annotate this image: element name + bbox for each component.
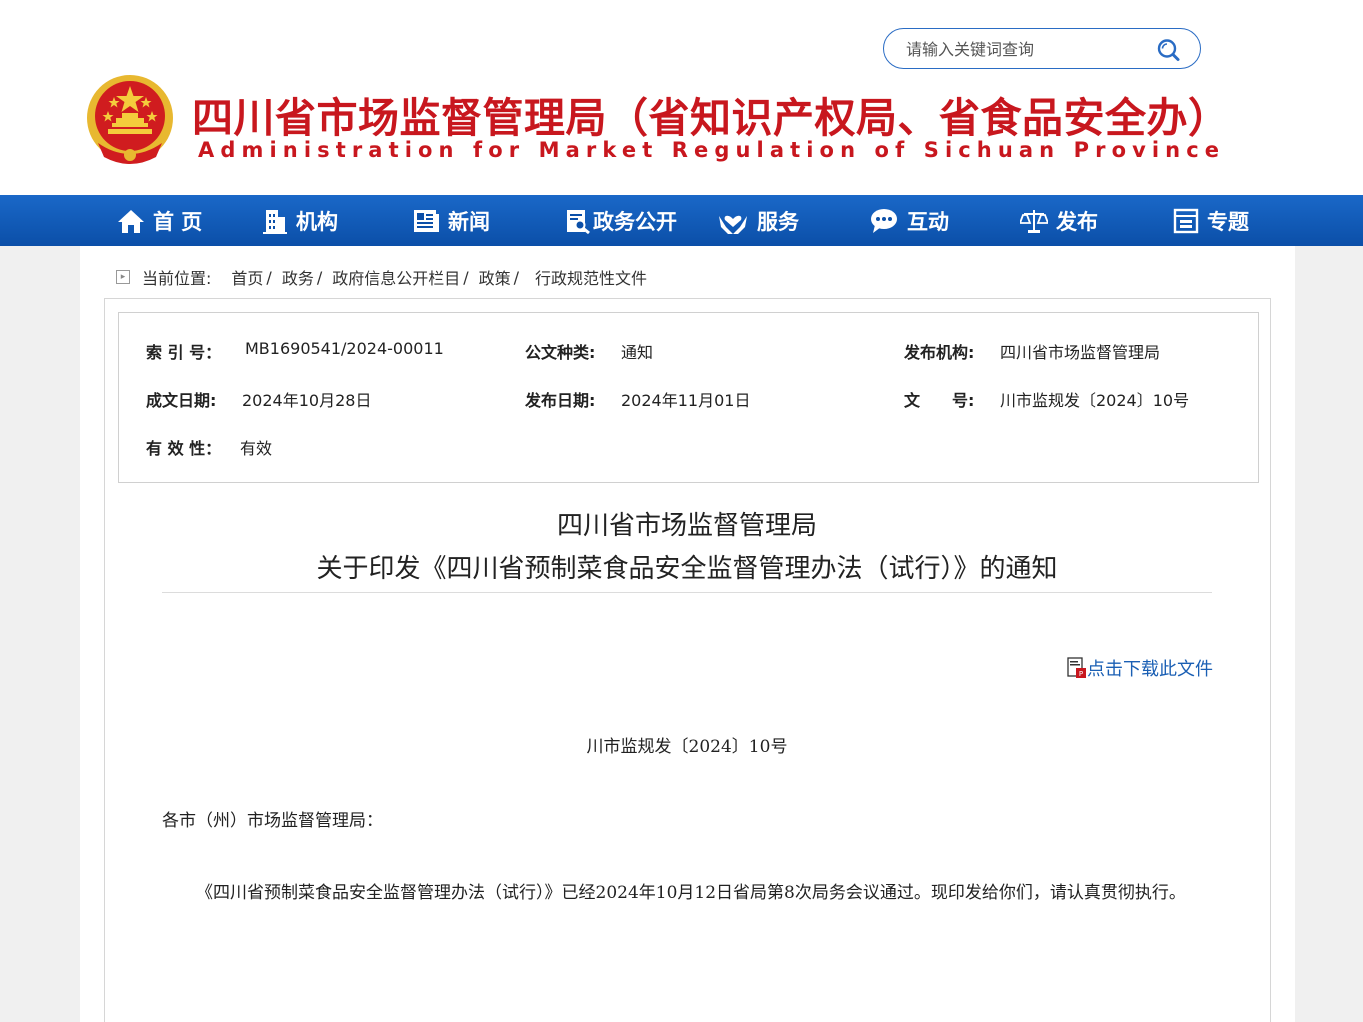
document-type-label: 公文种类:	[525, 343, 596, 362]
svg-text:P: P	[1079, 670, 1083, 678]
national-emblem-icon	[87, 75, 173, 164]
search-icon	[1157, 39, 1180, 61]
document-title-line2: 关于印发《四川省预制菜食品安全监督管理办法（试行）》的通知	[316, 554, 1058, 584]
document-title-line1: 四川省市场监督管理局	[556, 511, 817, 541]
created-date-label: 成文日期:	[146, 391, 217, 410]
validity-label: 有 效 性：	[146, 439, 222, 458]
layout-icon	[1173, 208, 1199, 233]
validity-value: 有效	[240, 439, 273, 458]
document-type-value: 通知	[621, 343, 654, 362]
download-file-label: 点击下载此文件	[1087, 659, 1213, 680]
nav-item-label: 机构	[296, 209, 338, 234]
nav-item-home[interactable]: 首 页	[117, 195, 202, 246]
nav-item-news[interactable]: 新闻	[412, 195, 490, 246]
main-nav: 首 页 机构 新闻 政务公开 服务 互动 发布 专题	[0, 195, 1363, 246]
breadcrumb-separator: /	[266, 267, 272, 287]
nav-item-government-affairs[interactable]: 政务公开	[565, 195, 677, 246]
download-file-link[interactable]: P 点击下载此文件	[1067, 655, 1213, 681]
nav-item-services[interactable]: 服务	[717, 195, 799, 246]
pdf-file-icon: P	[1067, 657, 1086, 678]
nav-item-label: 政务公开	[593, 209, 677, 234]
breadcrumb-link-normative-documents[interactable]: 行政规范性文件	[535, 265, 647, 289]
document-metadata: 索 引 号： MB1690541/2024-00011 公文种类: 通知 发布机…	[118, 312, 1259, 483]
site-header: 四川省市场监督管理局（省知识产权局、省食品安全办） Administration…	[0, 0, 1363, 195]
home-icon	[118, 209, 144, 233]
newspaper-icon	[414, 209, 439, 232]
publisher-value: 四川省市场监督管理局	[1000, 343, 1161, 362]
breadcrumb-link-home[interactable]: 首页	[231, 265, 263, 289]
search-button[interactable]	[1156, 38, 1182, 62]
document-search-icon	[567, 209, 590, 234]
site-title-english: Administration for Market Regulation of …	[198, 138, 1226, 162]
publisher-label: 发布机构:	[904, 343, 975, 362]
created-date-value: 2024年10月28日	[242, 391, 372, 410]
document-salutation: 各市（州）市场监督管理局：	[162, 811, 383, 831]
search-input[interactable]	[906, 37, 1156, 61]
nav-item-label: 首 页	[153, 209, 203, 234]
document-number-value: 川市监规发〔2024〕10号	[1000, 391, 1190, 410]
arrow-right-icon: ▸	[116, 270, 130, 284]
breadcrumb-separator: /	[463, 267, 469, 287]
document-number: 川市监规发〔2024〕10号	[586, 737, 788, 757]
nav-item-label: 服务	[757, 209, 799, 234]
title-divider	[162, 592, 1212, 593]
breadcrumb-link-policy[interactable]: 政策	[479, 265, 511, 289]
nav-item-label: 发布	[1056, 209, 1098, 234]
published-date-value: 2024年11月01日	[621, 391, 751, 410]
nav-item-organization[interactable]: 机构	[262, 195, 338, 246]
breadcrumb: ▸ 当前位置: 首页 / 政务 / 政府信息公开栏目 / 政策 / 行政规范性文…	[116, 266, 647, 288]
building-icon	[263, 209, 287, 234]
nav-item-label: 专题	[1207, 209, 1249, 234]
nav-item-releases[interactable]: 发布	[1020, 195, 1098, 246]
published-date-label: 发布日期:	[525, 391, 596, 410]
document-body-paragraph: 《四川省预制菜食品安全监督管理办法（试行）》已经2024年10月12日省局第8次…	[196, 883, 1186, 903]
nav-item-interaction[interactable]: 互动	[869, 195, 949, 246]
chat-bubble-icon	[871, 208, 897, 233]
hands-heart-icon	[719, 215, 747, 234]
nav-item-label: 新闻	[448, 209, 490, 234]
scale-icon	[1020, 209, 1048, 233]
nav-item-label: 互动	[907, 209, 949, 234]
document-number-label: 文 号:	[904, 391, 975, 410]
search-box	[883, 28, 1201, 69]
breadcrumb-link-affairs[interactable]: 政务	[282, 265, 314, 289]
site-title-chinese: 四川省市场监督管理局（省知识产权局、省食品安全办）	[192, 94, 1230, 142]
breadcrumb-prefix: 当前位置:	[142, 269, 212, 288]
breadcrumb-link-info-disclosure[interactable]: 政府信息公开栏目	[332, 265, 460, 289]
document-frame: 索 引 号： MB1690541/2024-00011 公文种类: 通知 发布机…	[104, 298, 1271, 1022]
breadcrumb-separator: /	[513, 267, 520, 287]
index-number-label: 索 引 号：	[146, 343, 222, 362]
index-number-value: MB1690541/2024-00011	[245, 339, 444, 358]
content-area: ▸ 当前位置: 首页 / 政务 / 政府信息公开栏目 / 政策 / 行政规范性文…	[80, 246, 1295, 1022]
breadcrumb-separator: /	[316, 267, 323, 287]
document-title: 四川省市场监督管理局 关于印发《四川省预制菜食品安全监督管理办法（试行）》的通知	[162, 505, 1212, 591]
nav-item-topics[interactable]: 专题	[1173, 195, 1249, 246]
